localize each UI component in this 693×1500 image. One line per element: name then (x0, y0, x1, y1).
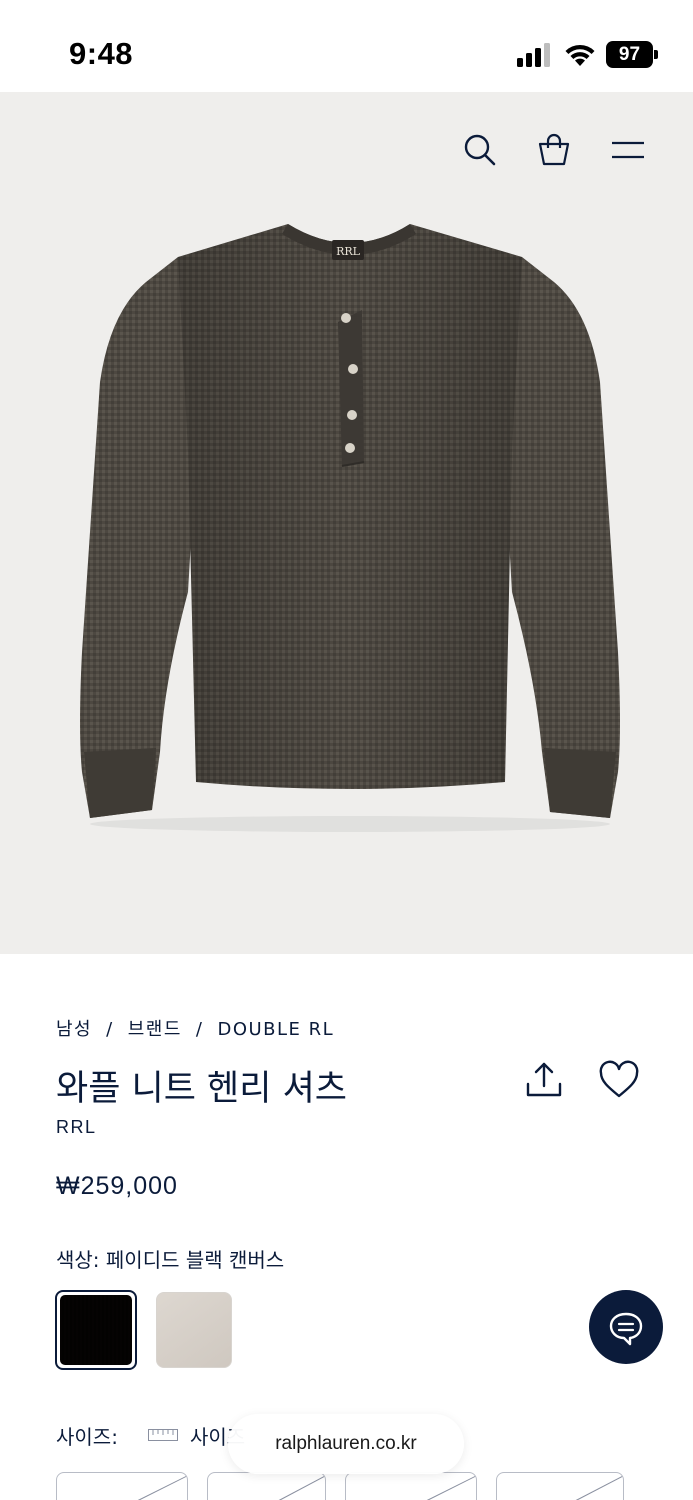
shopping-bag-icon[interactable] (536, 132, 572, 168)
battery-indicator: 97 (606, 41, 658, 69)
status-bar: 9:48 97 (0, 0, 693, 92)
strike-line (278, 1475, 325, 1500)
cellular-signal-icon (517, 43, 550, 67)
henley-shirt-image: RRL (80, 224, 620, 832)
swatch-fill (60, 1295, 132, 1365)
size-option-unavailable[interactable] (56, 1472, 188, 1500)
strike-line (137, 1475, 187, 1500)
size-label: 사이즈: (56, 1425, 118, 1449)
svg-text:RRL: RRL (336, 245, 361, 258)
product-title: 와플 니트 헨리 셔츠 (56, 1069, 347, 1109)
battery-level: 97 (606, 41, 653, 68)
breadcrumb-separator: / (195, 1019, 204, 1040)
battery-cap (654, 50, 658, 59)
strike-line (575, 1475, 623, 1500)
breadcrumb-separator: / (106, 1019, 114, 1040)
wifi-icon (565, 44, 595, 66)
share-icon[interactable] (524, 1060, 564, 1100)
product-image-area[interactable]: RRL (0, 92, 693, 954)
browser-url-bar[interactable]: ralphlauren.co.kr (228, 1414, 464, 1474)
breadcrumb: 남성 / 브랜드 / DOUBLE RL (56, 1015, 334, 1041)
color-swatch-faded-black-canvas[interactable] (55, 1290, 137, 1370)
ruler-icon (148, 1429, 178, 1441)
breadcrumb-item-brand[interactable]: 브랜드 (128, 1019, 182, 1040)
color-swatch-light[interactable] (156, 1292, 232, 1368)
color-label: 색상: 페이디드 블랙 캔버스 (56, 1248, 285, 1272)
size-option-unavailable[interactable] (496, 1472, 624, 1500)
breadcrumb-item-men[interactable]: 남성 (56, 1019, 92, 1040)
size-option-unavailable[interactable] (345, 1472, 477, 1500)
hamburger-menu-icon[interactable] (610, 136, 646, 164)
product-brand: RRL (56, 1117, 97, 1137)
breadcrumb-item-double-rl[interactable]: DOUBLE RL (217, 1019, 334, 1040)
heart-icon[interactable] (598, 1060, 640, 1100)
search-icon[interactable] (462, 132, 498, 168)
strike-line (426, 1475, 476, 1500)
size-option-unavailable[interactable] (207, 1472, 326, 1500)
chat-bubble-icon (609, 1312, 643, 1346)
status-time: 9:48 (69, 36, 134, 71)
chat-button[interactable] (589, 1290, 663, 1364)
product-price: ₩259,000 (56, 1172, 178, 1200)
